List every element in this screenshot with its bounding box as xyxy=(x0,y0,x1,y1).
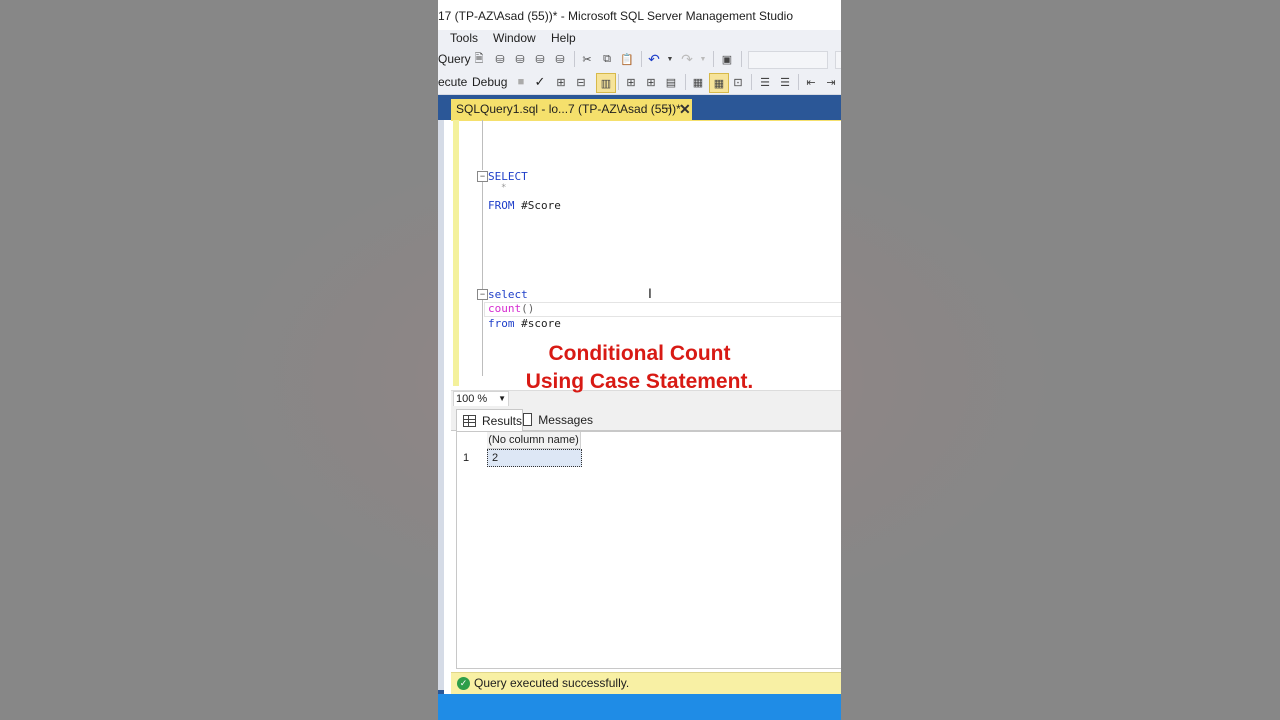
increase-indent-icon[interactable]: ⇥ xyxy=(824,74,838,90)
query-label[interactable]: Query xyxy=(438,52,471,66)
current-line-highlight xyxy=(484,302,841,317)
grid-active-icon[interactable]: ▦ xyxy=(709,73,729,93)
app-status-bar xyxy=(438,694,841,720)
parse-check-icon[interactable]: ✓ xyxy=(534,74,546,90)
comment-icon[interactable]: ☰ xyxy=(758,74,772,90)
messages-icon xyxy=(523,413,533,426)
code-line[interactable]: FROM #Score xyxy=(488,199,561,212)
results-file-icon[interactable]: ⊡ xyxy=(731,74,745,90)
tab-results[interactable]: Results xyxy=(456,409,523,431)
success-check-icon: ✓ xyxy=(457,677,470,690)
parentheses: () xyxy=(521,302,535,315)
result-cell[interactable]: 2 xyxy=(487,449,582,467)
client-stats-icon[interactable]: ⊞ xyxy=(644,74,658,90)
toolbar-separator xyxy=(574,51,575,67)
query-status-bar: ✓ Query executed successfully. xyxy=(451,672,841,694)
code-line[interactable]: * xyxy=(501,183,506,193)
results-to-grid-icon[interactable]: ▦ xyxy=(691,74,705,90)
cancel-query-icon[interactable]: ■ xyxy=(516,74,526,90)
close-icon[interactable]: ✕ xyxy=(679,99,691,120)
keyword-from: from xyxy=(488,317,515,330)
new-query-icon[interactable]: 🗎 xyxy=(472,51,486,67)
keyword-select: select xyxy=(488,288,528,301)
tab-messages-label: Messages xyxy=(538,412,593,427)
dax-query-icon[interactable]: ⛁ xyxy=(552,51,568,67)
menu-bar: Tools Window Help xyxy=(438,30,841,48)
debug-button[interactable]: Debug xyxy=(472,75,507,89)
title-bar: 17 (TP-AZ\Asad (55))* - Microsoft SQL Se… xyxy=(438,0,841,31)
select-star: * xyxy=(501,183,507,193)
toolbar-separator xyxy=(741,51,742,67)
function-count: count xyxy=(488,302,522,315)
mouse-ibeam-cursor: I xyxy=(648,285,652,301)
table-name: #score xyxy=(514,317,561,330)
code-line[interactable]: from #score xyxy=(488,317,561,330)
table-name: #Score xyxy=(514,199,561,212)
sql-editor-toolbar: ecute Debug ■ ✓ ⊞ ⊟ ▤ ▥ ⊞ ⊞ ▤ ▦ ▦ ⊡ ☰ ☰ … xyxy=(438,71,841,95)
solution-config-dropdown[interactable] xyxy=(748,51,828,69)
toolbar-separator xyxy=(618,74,619,90)
row-number[interactable]: 1 xyxy=(463,452,469,464)
video-caption: Conditional Count Using Case Statement. xyxy=(438,340,841,396)
platform-dropdown[interactable] xyxy=(835,51,841,69)
toolbar-separator xyxy=(751,74,752,90)
undo-icon[interactable]: ↶ xyxy=(647,51,661,67)
query-designer-icon[interactable]: ⊟ xyxy=(574,74,588,90)
collapse-icon[interactable]: − xyxy=(477,171,488,182)
window-title: 17 (TP-AZ\Asad (55))* - Microsoft SQL Se… xyxy=(438,9,794,23)
tab-sqlquery1[interactable]: SQLQuery1.sql - lo...7 (TP-AZ\Asad (55))… xyxy=(451,99,692,120)
cut-icon[interactable]: ✂ xyxy=(580,51,594,67)
status-message: Query executed successfully. xyxy=(474,676,630,690)
decrease-indent-icon[interactable]: ⇤ xyxy=(804,74,818,90)
pin-icon[interactable]: ⊣ xyxy=(662,99,672,120)
object-explorer-panel[interactable] xyxy=(438,120,444,690)
results-to-file-icon[interactable]: ▥ xyxy=(596,73,616,93)
menu-item-window[interactable]: Window xyxy=(493,31,536,45)
menu-item-tools[interactable]: Tools xyxy=(450,31,478,45)
column-header[interactable]: (No column name) xyxy=(487,432,581,449)
standard-toolbar: Query 🗎 ⛁ ⛁ ⛁ ⛁ ✂ ⧉ 📋 ↶ ▼ ↷ ▼ ▣ xyxy=(438,48,841,71)
collapse-icon[interactable]: − xyxy=(477,289,488,300)
tab-results-label: Results xyxy=(481,413,522,428)
activity-monitor-icon[interactable]: ▣ xyxy=(719,51,735,67)
mdx-query-icon[interactable]: ⛁ xyxy=(492,51,508,67)
uncomment-icon[interactable]: ☰ xyxy=(778,74,792,90)
results-tab-strip: Results Messages xyxy=(451,406,841,431)
toolbar-separator xyxy=(641,51,642,67)
grid-icon xyxy=(463,414,476,427)
dmx-query-icon[interactable]: ⛁ xyxy=(512,51,528,67)
outline-line xyxy=(482,120,483,170)
redo-icon[interactable]: ↷ xyxy=(680,51,694,67)
outline-line xyxy=(482,180,483,290)
keyword-from: FROM xyxy=(488,199,515,212)
keyword-select: SELECT xyxy=(488,170,528,183)
caption-line-1: Conditional Count xyxy=(548,342,731,365)
code-line-current[interactable]: count() xyxy=(488,302,534,315)
results-to-text-icon[interactable]: ▤ xyxy=(664,74,678,90)
estimated-plan-icon[interactable]: ⊞ xyxy=(554,74,568,90)
code-line[interactable]: SELECT xyxy=(488,170,528,183)
tab-title: SQLQuery1.sql - lo...7 (TP-AZ\Asad (55))… xyxy=(456,102,681,116)
caption-line-2: Using Case Statement. xyxy=(525,370,754,393)
code-line[interactable]: select xyxy=(488,288,528,301)
xmla-query-icon[interactable]: ⛁ xyxy=(532,51,548,67)
undo-dropdown-icon[interactable]: ▼ xyxy=(666,51,674,67)
toolbar-separator xyxy=(713,51,714,67)
redo-dropdown-icon[interactable]: ▼ xyxy=(699,51,707,67)
toolbar-separator xyxy=(798,74,799,90)
execute-button[interactable]: ecute xyxy=(438,75,467,89)
paste-icon[interactable]: 📋 xyxy=(620,51,634,67)
tab-messages[interactable]: Messages xyxy=(523,409,593,430)
copy-icon[interactable]: ⧉ xyxy=(600,51,614,67)
menu-item-help[interactable]: Help xyxy=(551,31,576,45)
live-stats-icon[interactable]: ⊞ xyxy=(624,74,638,90)
toolbar-separator xyxy=(685,74,686,90)
results-grid[interactable]: (No column name) 1 2 xyxy=(456,431,841,669)
